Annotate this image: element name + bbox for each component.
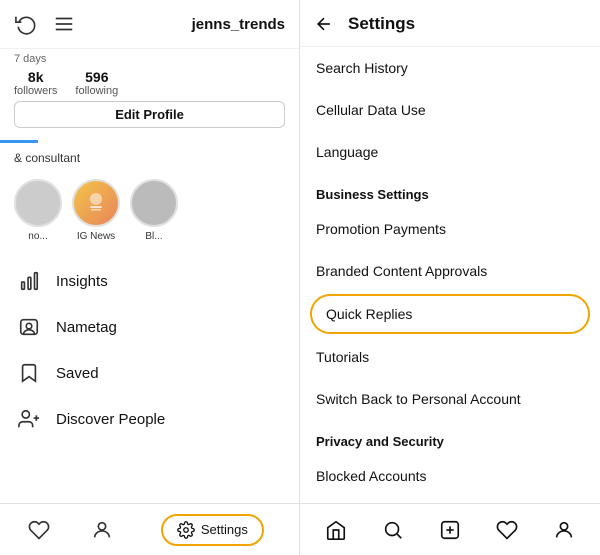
settings-item-branded[interactable]: Branded Content Approvals (300, 250, 600, 292)
story-label-0: no... (28, 231, 47, 242)
person-add-icon (18, 408, 40, 430)
settings-list: Search History Cellular Data Use Languag… (300, 47, 600, 503)
left-top-bar: jenns_trends (0, 0, 299, 49)
left-bottom-bar: Settings (0, 503, 299, 555)
followers-stat: 8k followers (14, 69, 57, 97)
story-label-2: Bl... (145, 231, 162, 242)
settings-item-tutorials[interactable]: Tutorials (300, 336, 600, 378)
days-text: 7 days (0, 49, 299, 65)
settings-bottom-button[interactable]: Settings (134, 504, 291, 555)
search-nav-item[interactable] (365, 504, 422, 555)
following-label: following (75, 85, 118, 97)
following-stat: 596 following (75, 69, 118, 97)
right-bottom-bar (300, 503, 600, 555)
settings-item-search-history[interactable]: Search History (300, 47, 600, 89)
stories-row: no... IG News Bl... (0, 173, 299, 252)
profile-nav-item[interactable] (71, 504, 134, 555)
settings-bottom-inner: Settings (161, 514, 264, 546)
story-avatar-1 (72, 179, 120, 227)
history-icon[interactable] (14, 12, 38, 36)
nav-item-discover[interactable]: Discover People (0, 396, 299, 442)
settings-item-cellular[interactable]: Cellular Data Use (300, 89, 600, 131)
add-nav-item[interactable] (422, 504, 479, 555)
settings-item-blocked[interactable]: Blocked Accounts (300, 455, 600, 497)
following-value: 596 (85, 69, 108, 85)
settings-item-quick-replies[interactable]: Quick Replies (310, 294, 590, 334)
consultant-text: & consultant (0, 149, 299, 173)
settings-item-language[interactable]: Language (300, 131, 600, 173)
nav-menu: Insights Nametag Saved (0, 252, 299, 448)
settings-section-business: Business Settings (300, 173, 600, 208)
nav-label-insights: Insights (56, 273, 108, 290)
story-item-1[interactable]: IG News (72, 179, 120, 242)
back-button[interactable] (314, 14, 334, 34)
nav-item-insights[interactable]: Insights (0, 258, 299, 304)
settings-item-switch-account[interactable]: Switch Back to Personal Account (300, 378, 600, 420)
story-item-0[interactable]: no... (14, 179, 62, 242)
nav-item-saved[interactable]: Saved (0, 350, 299, 396)
profile-nav-right[interactable] (535, 504, 592, 555)
nametag-icon (18, 316, 40, 338)
settings-section-privacy: Privacy and Security (300, 420, 600, 455)
story-item-2[interactable]: Bl... (130, 179, 178, 242)
right-panel: Settings Search History Cellular Data Us… (300, 0, 600, 555)
nav-item-nametag[interactable]: Nametag (0, 304, 299, 350)
story-avatar-0 (14, 179, 62, 227)
settings-title: Settings (348, 14, 415, 34)
bookmark-icon (18, 362, 40, 384)
profile-stats: 8k followers 596 following (0, 65, 299, 101)
nav-label-saved: Saved (56, 365, 99, 382)
settings-bottom-label: Settings (201, 522, 248, 537)
heart-nav-right[interactable] (478, 504, 535, 555)
right-header: Settings (300, 0, 600, 47)
profile-strip (0, 140, 38, 143)
left-panel: jenns_trends 7 days 8k followers 596 fol… (0, 0, 300, 555)
bar-chart-icon (18, 270, 40, 292)
home-nav-item[interactable] (308, 504, 365, 555)
story-label-1: IG News (77, 231, 115, 242)
username-label: jenns_trends (192, 16, 285, 33)
edit-profile-button[interactable]: Edit Profile (14, 101, 285, 128)
followers-label: followers (14, 85, 57, 97)
heart-nav-item[interactable] (8, 504, 71, 555)
story-avatar-2 (130, 179, 178, 227)
settings-item-promotion[interactable]: Promotion Payments (300, 208, 600, 250)
nav-label-discover: Discover People (56, 411, 165, 428)
left-top-icons (14, 12, 76, 36)
menu-icon[interactable] (52, 12, 76, 36)
nav-label-nametag: Nametag (56, 319, 117, 336)
followers-value: 8k (28, 69, 44, 85)
